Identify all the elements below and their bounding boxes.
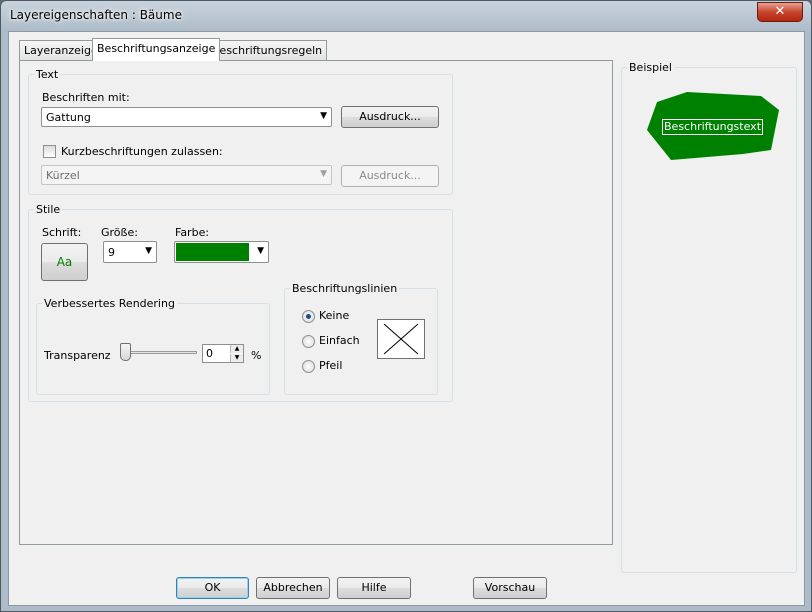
leader-lines-legend: Beschriftungslinien [292, 282, 398, 295]
close-icon: ✕ [774, 4, 786, 19]
window-title: Layereigenschaften : Bäume [10, 8, 182, 22]
none-cross-icon [383, 323, 419, 355]
leader-line-preview [377, 319, 425, 359]
preview-sample-text: Beschriftungstext [662, 119, 764, 135]
transparency-unit: % [251, 349, 262, 362]
font-label: Schrift: [42, 226, 82, 239]
tab-beschriftungsregeln[interactable]: Beschriftungsregeln [207, 40, 328, 60]
tab-label: Layeranzeige [24, 44, 98, 57]
short-labels-label: Kurzbeschriftungen zulassen: [61, 145, 223, 158]
color-select[interactable]: ▼ [174, 241, 269, 263]
preview-legend: Beispiel [629, 61, 672, 74]
styles-group-legend: Stile [36, 203, 61, 216]
chevron-down-icon: ▼ [145, 246, 152, 256]
cancel-button-label: Abbrechen [263, 581, 323, 594]
close-button[interactable]: ✕ [757, 2, 803, 22]
cancel-button[interactable]: Abbrechen [256, 577, 330, 599]
tab-label: Beschriftungsanzeige [97, 42, 216, 55]
dialog-client-area: Layeranzeige Beschriftungsanzeige Beschr… [8, 31, 805, 606]
ok-button[interactable]: OK [176, 577, 249, 599]
size-value: 9 [108, 246, 115, 259]
preview-button[interactable]: Vorschau [473, 577, 547, 599]
short-field-value: Kürzel [46, 169, 80, 182]
font-button-label: Aa [56, 255, 73, 269]
size-select[interactable]: 9 ▼ [103, 241, 157, 263]
radio-keine-label: Keine [319, 309, 350, 322]
label-with-label: Beschriften mit: [42, 91, 130, 104]
label-field-select[interactable]: Gattung ▼ [41, 107, 332, 127]
font-button[interactable]: Aa [41, 243, 88, 281]
expression-button[interactable]: Ausdruck... [341, 106, 439, 128]
color-label: Farbe: [175, 226, 210, 239]
chevron-down-icon: ▼ [320, 169, 327, 179]
color-swatch [176, 243, 249, 261]
chevron-down-icon: ▼ [320, 111, 327, 121]
help-button[interactable]: Hilfe [337, 577, 411, 599]
stepper-up-icon[interactable]: ▲ [230, 345, 243, 353]
help-button-label: Hilfe [361, 581, 387, 594]
short-field-select[interactable]: Kürzel ▼ [41, 165, 332, 185]
tab-layeranzeige[interactable]: Layeranzeige [19, 40, 103, 60]
preview-button-label: Vorschau [484, 581, 536, 594]
transparency-label: Transparenz [44, 349, 111, 362]
label-field-value: Gattung [46, 111, 91, 124]
radio-einfach-label: Einfach [319, 334, 360, 347]
tab-panel-beschriftungsanzeige: Text Beschriften mit: Gattung ▼ Ausdruck… [19, 60, 613, 545]
tab-label: Beschriftungsregeln [212, 44, 323, 57]
transparency-value: 0 [206, 347, 213, 360]
title-bar[interactable]: Layereigenschaften : Bäume ✕ [1, 1, 811, 31]
short-expression-button[interactable]: Ausdruck... [341, 165, 439, 187]
radio-einfach[interactable] [302, 335, 315, 348]
stepper-down-icon[interactable]: ▼ [230, 354, 243, 362]
radio-pfeil-label: Pfeil [319, 359, 343, 372]
short-expression-button-label: Ausdruck... [359, 169, 421, 182]
transparency-slider-thumb[interactable] [120, 343, 131, 361]
transparency-slider-track[interactable] [123, 351, 197, 354]
transparency-stepper[interactable]: 0 ▲ ▼ [202, 344, 244, 363]
ok-button-label: OK [204, 581, 221, 594]
short-labels-checkbox[interactable] [43, 145, 56, 158]
text-group-legend: Text [36, 68, 59, 81]
radio-pfeil[interactable] [302, 360, 315, 373]
chevron-down-icon: ▼ [257, 246, 264, 256]
rendering-group-legend: Verbessertes Rendering [44, 297, 175, 310]
dialog-window: Layereigenschaften : Bäume ✕ Layeranzeig… [0, 0, 812, 612]
size-label: Größe: [101, 226, 138, 239]
radio-keine[interactable] [302, 310, 315, 323]
tab-beschriftungsanzeige[interactable]: Beschriftungsanzeige [92, 38, 221, 61]
expression-button-label: Ausdruck... [359, 110, 421, 123]
